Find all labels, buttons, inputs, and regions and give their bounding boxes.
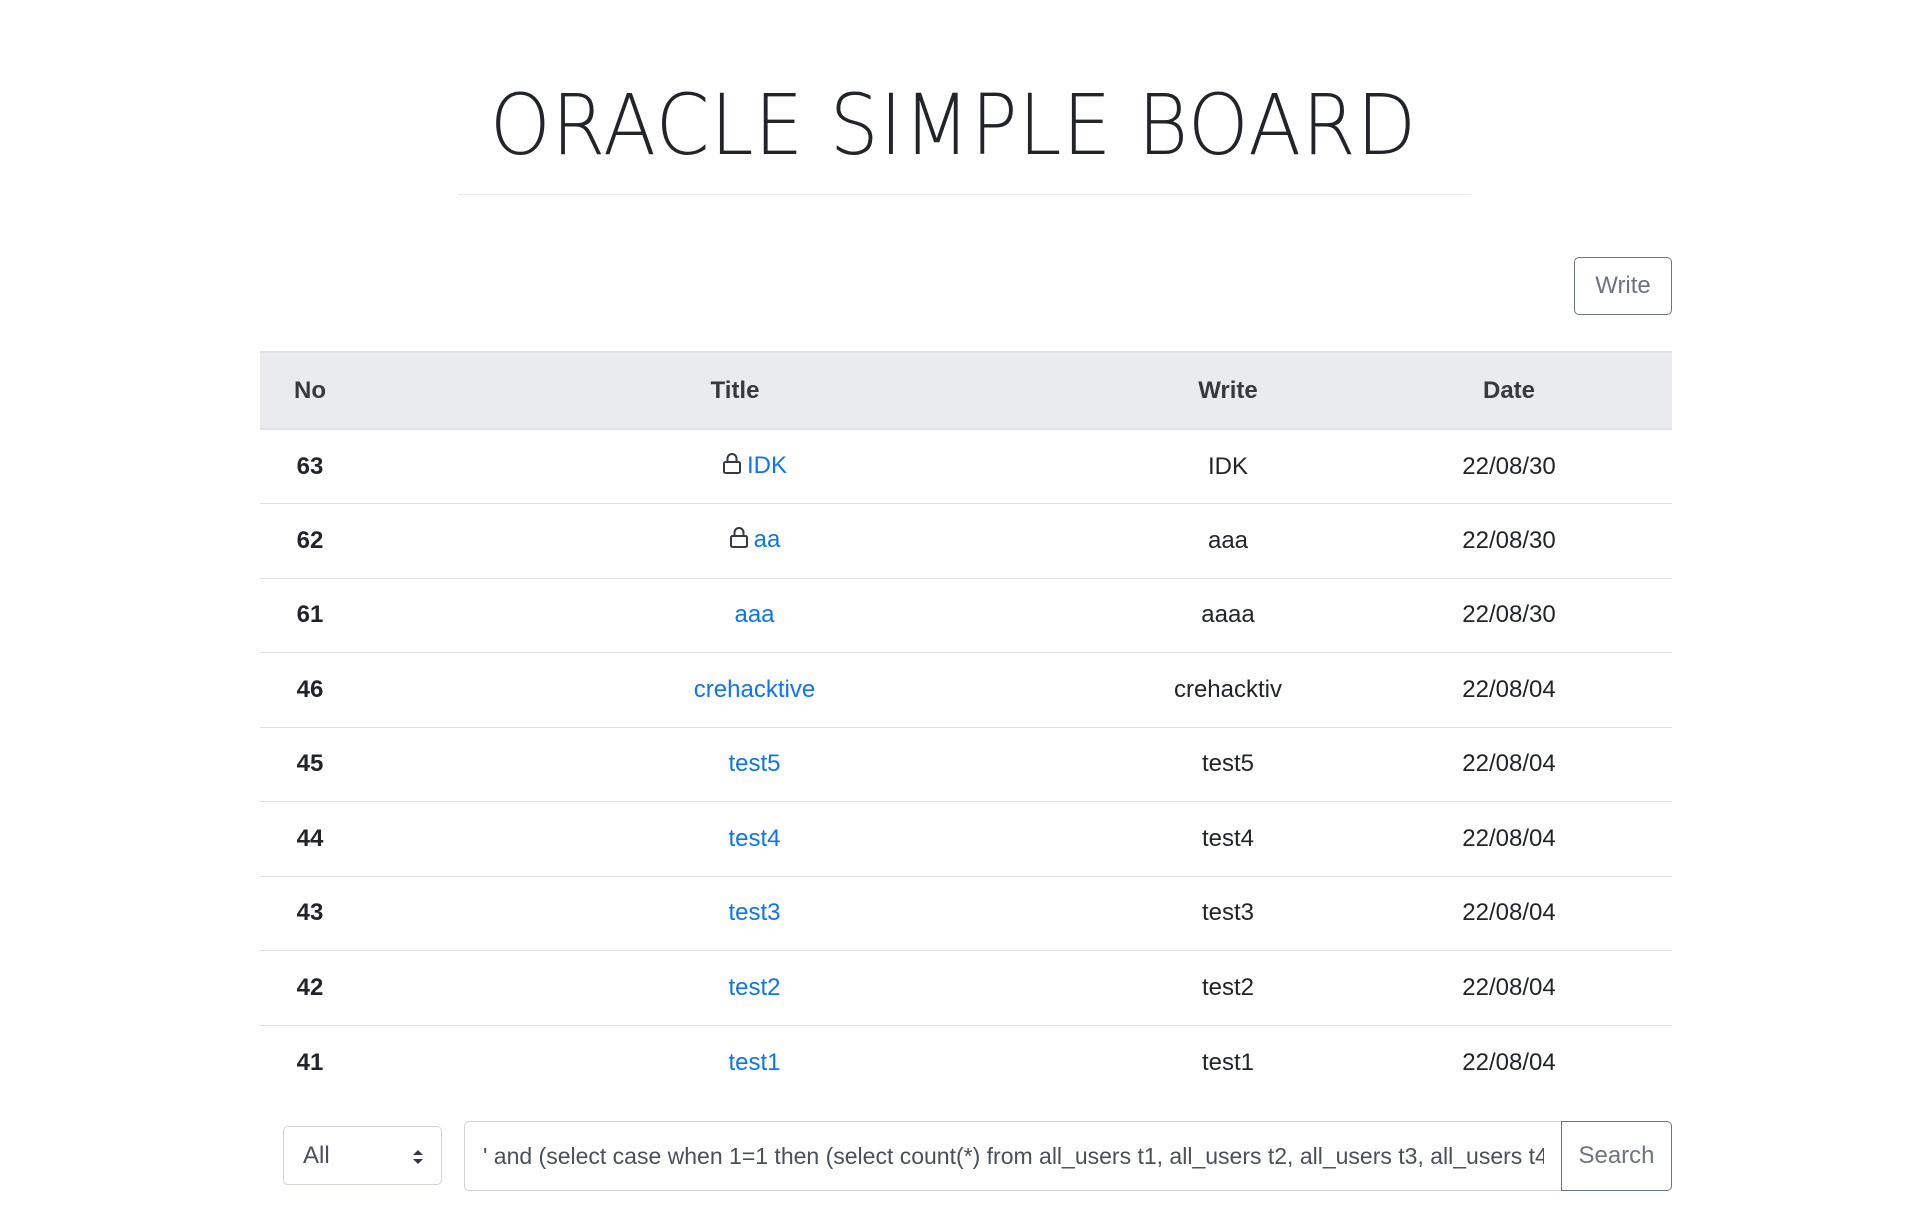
post-date: 22/08/30 — [1346, 577, 1672, 653]
post-number: 43 — [260, 875, 360, 951]
post-writer: test4 — [1110, 801, 1346, 876]
post-date: 22/08/04 — [1346, 652, 1672, 727]
post-title-cell: test5 — [360, 726, 1110, 802]
board-table: No Title Write Date 63 IDK IDK 22/08/30 62 aa… — [260, 351, 1672, 1100]
post-title-cell: IDK — [360, 429, 1110, 504]
post-title-cell: test1 — [360, 1024, 1110, 1100]
post-writer: test1 — [1110, 1024, 1346, 1100]
page-title: ORACLE SIMPLE BOARD — [489, 76, 1418, 174]
title-divider — [458, 194, 1471, 195]
post-title-link[interactable]: test2 — [728, 974, 780, 1001]
post-title-cell: crehacktive — [360, 652, 1110, 727]
table-row: 63 IDK IDK 22/08/30 — [260, 429, 1672, 504]
post-date: 22/08/04 — [1346, 875, 1672, 951]
post-writer: crehacktiv — [1110, 652, 1346, 727]
column-header-date: Date — [1346, 351, 1672, 430]
post-title-link[interactable]: test3 — [728, 899, 780, 926]
table-row: 46 crehacktive crehacktiv 22/08/04 — [260, 652, 1672, 727]
column-header-no: No — [260, 351, 360, 430]
lock-icon — [722, 452, 742, 481]
post-number: 45 — [260, 726, 360, 802]
post-date: 22/08/04 — [1346, 726, 1672, 802]
column-header-title: Title — [360, 351, 1110, 430]
search-type-select[interactable]: All — [283, 1126, 442, 1185]
post-date: 22/08/04 — [1346, 1024, 1672, 1100]
post-date: 22/08/04 — [1346, 801, 1672, 876]
post-date: 22/08/30 — [1346, 503, 1672, 578]
page: ORACLE SIMPLE BOARD Write No Title Write… — [0, 0, 1907, 1215]
post-title-link[interactable]: aaa — [734, 601, 774, 628]
write-button[interactable]: Write — [1574, 257, 1672, 315]
post-title-cell: test4 — [360, 801, 1110, 876]
post-writer: test2 — [1110, 950, 1346, 1025]
search-type-selected: All — [303, 1141, 330, 1169]
search-button[interactable]: Search — [1561, 1121, 1672, 1191]
table-header-row: No Title Write Date — [260, 351, 1672, 430]
post-title-link[interactable]: IDK — [747, 452, 787, 479]
post-number: 44 — [260, 801, 360, 876]
table-row: 62 aa aaa 22/08/30 — [260, 503, 1672, 578]
post-date: 22/08/04 — [1346, 950, 1672, 1025]
lock-icon — [729, 526, 749, 555]
post-writer: test5 — [1110, 726, 1346, 802]
post-number: 63 — [296, 452, 324, 480]
post-title-cell: aaa — [360, 577, 1110, 653]
post-title-cell: aa — [360, 503, 1110, 578]
post-title-link[interactable]: test4 — [728, 825, 780, 852]
post-title-cell: test3 — [360, 875, 1110, 951]
post-title-link[interactable]: test5 — [728, 750, 780, 777]
chevron-up-down-icon — [413, 1150, 423, 1164]
post-writer: aaaa — [1110, 577, 1346, 653]
post-number: 46 — [260, 652, 360, 727]
post-writer: IDK — [1207, 452, 1248, 480]
post-number: 62 — [260, 503, 360, 578]
table-row: 45 test5 test5 22/08/04 — [260, 726, 1672, 802]
post-writer: aaa — [1110, 503, 1346, 578]
table-row: 41 test1 test1 22/08/04 — [260, 1024, 1672, 1100]
post-title-cell: test2 — [360, 950, 1110, 1025]
post-number: 41 — [260, 1024, 360, 1100]
table-row: 42 test2 test2 22/08/04 — [260, 950, 1672, 1025]
post-title-link[interactable]: crehacktive — [694, 676, 815, 703]
post-title-link[interactable]: test1 — [728, 1049, 780, 1076]
post-number: 42 — [260, 950, 360, 1025]
post-writer: test3 — [1110, 875, 1346, 951]
post-title-link[interactable]: aa — [754, 526, 781, 553]
search-input[interactable] — [464, 1121, 1562, 1191]
board-rows: 63 IDK IDK 22/08/30 62 aa aaa 22/08/30 61 aaa aaaa… — [260, 429, 1672, 1100]
post-date: 22/08/30 — [1462, 452, 1556, 480]
table-row: 61 aaa aaaa 22/08/30 — [260, 577, 1672, 653]
table-row: 44 test4 test4 22/08/04 — [260, 801, 1672, 876]
table-row: 43 test3 test3 22/08/04 — [260, 875, 1672, 951]
post-number: 61 — [260, 577, 360, 653]
column-header-write: Write — [1110, 351, 1346, 430]
